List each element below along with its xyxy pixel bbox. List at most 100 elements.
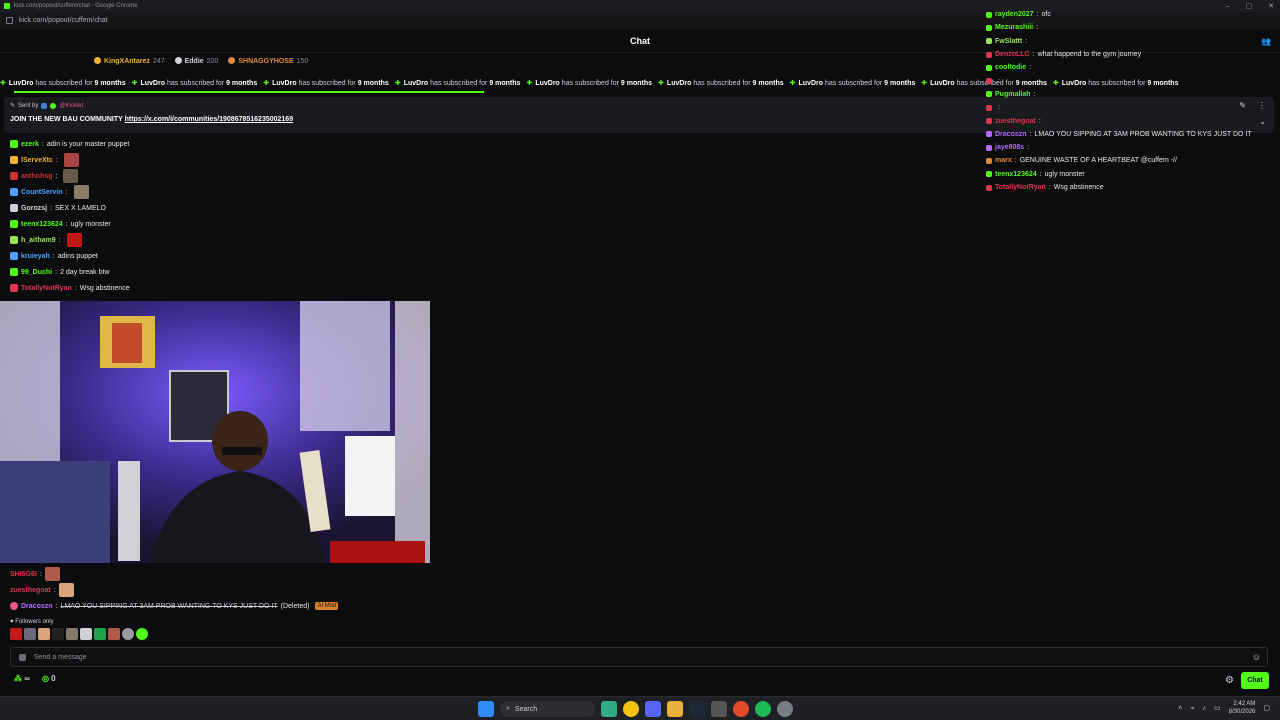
subscribe-icon: ✚ <box>263 79 270 87</box>
settings-icon[interactable] <box>777 701 793 717</box>
colon: : <box>58 236 61 244</box>
overlay-chat-message: : <box>986 74 1276 87</box>
chat-username[interactable]: marx <box>995 157 1012 164</box>
pinned-link[interactable]: https://x.com/i/communities/190867851623… <box>125 116 293 123</box>
site-info-icon[interactable] <box>6 17 13 24</box>
leaderboard-entry[interactable]: SHNAGGYHOSE 150 <box>228 57 308 65</box>
chrome-icon[interactable] <box>623 701 639 717</box>
emote[interactable] <box>136 628 148 640</box>
ticker-item: ✚ LuvDro has subscribed for 9 months <box>526 79 652 87</box>
chrome-icon[interactable] <box>733 701 749 717</box>
colon: : <box>50 204 53 212</box>
folder-icon[interactable] <box>667 701 683 717</box>
chat-username[interactable]: jaye808s <box>995 144 1024 151</box>
start-icon[interactable] <box>478 701 494 717</box>
chat-message: teenx123624: ugly monster <box>10 216 910 232</box>
emote[interactable] <box>24 628 36 640</box>
chat-username[interactable]: Mezurashiii <box>995 24 1033 31</box>
app-icon[interactable] <box>601 701 617 717</box>
chat-input-placeholder[interactable]: Send a message <box>34 654 87 661</box>
chat-username[interactable]: Pugmallah <box>995 91 1030 98</box>
chat-username[interactable]: lServeXtc <box>21 157 53 164</box>
chat-text: ofc <box>1041 11 1051 19</box>
chat-username[interactable]: kruieyah <box>21 253 50 260</box>
chat-username[interactable]: TotallyNotRyan <box>995 184 1046 191</box>
chat-username[interactable]: zuesthegoat <box>10 587 51 594</box>
coin-icon <box>94 57 101 64</box>
badge-icon <box>986 104 992 111</box>
ticker-user: LuvDro <box>272 79 297 87</box>
spotify-icon[interactable] <box>755 701 771 717</box>
chat-username[interactable]: DenzoLLC <box>995 51 1030 58</box>
gear-icon[interactable]: ⚙ <box>1225 675 1234 686</box>
emote[interactable] <box>52 628 64 640</box>
chat-username[interactable]: ezerk <box>21 141 39 148</box>
emote[interactable] <box>66 628 78 640</box>
chat-username[interactable]: zuesthegoat <box>995 118 1036 125</box>
chat-username[interactable]: FwSlattt <box>995 38 1022 45</box>
ticker-text: has subscribed for <box>693 79 751 87</box>
colon: : <box>1048 184 1051 191</box>
chat-username[interactable]: Gorozsj <box>21 205 47 212</box>
volume-icon[interactable]: ♪ <box>1203 705 1207 712</box>
network-icon[interactable]: ⌁ <box>1190 704 1194 712</box>
chat-username[interactable]: SHI6G6I <box>10 571 37 578</box>
emote[interactable] <box>38 628 50 640</box>
deleted-label: (Deleted) <box>280 602 310 610</box>
chat-username[interactable]: anthohsg <box>21 173 53 180</box>
leaderboard-entry[interactable]: KingXAntarez 247 <box>94 57 165 65</box>
emote <box>63 153 79 167</box>
clock-time: 2:42 AM <box>1233 701 1256 707</box>
emote[interactable] <box>122 628 134 640</box>
chat-text: SEX X LAMELO <box>55 204 106 212</box>
overlay-chat-message: jaye808s: <box>986 141 1276 154</box>
chat-text: ugly monster <box>70 220 111 228</box>
chat-username[interactable]: teenx123624 <box>995 171 1037 178</box>
chat-send-button[interactable]: Chat <box>1241 672 1269 689</box>
ticker-months: 9 months <box>884 79 916 87</box>
colon: : <box>52 252 55 260</box>
chat-text: Wsg abstinence <box>1053 184 1104 191</box>
badge-icon <box>986 78 992 85</box>
chat-username[interactable]: TotallyNotRyan <box>21 285 72 292</box>
colon: : <box>55 172 58 180</box>
chat-username[interactable]: rayden2027 <box>995 11 1034 18</box>
kicks-balance[interactable]: ◎ 0 <box>42 674 56 683</box>
badge-icon <box>10 252 18 260</box>
chevron-up-icon[interactable]: ˄ <box>1178 705 1182 712</box>
steam-icon[interactable] <box>689 701 705 717</box>
overlay-chat-message: : <box>986 101 1276 114</box>
badge-icon <box>986 11 992 18</box>
overlay-chat: rayden2027: ofc Mezurashiii: FwSlattt: Denzo… <box>986 0 1276 194</box>
ticker-text: has subscribed for <box>824 79 883 87</box>
url-text[interactable]: kick.com/popout/cuffem/chat <box>19 17 108 24</box>
badge-icon <box>986 91 992 98</box>
emote[interactable] <box>80 628 92 640</box>
leaderboard-name: Eddie <box>184 58 204 65</box>
emote[interactable] <box>108 628 120 640</box>
clock-date: 8/30/2026 <box>1228 709 1256 715</box>
chat-username[interactable]: Dracoszn <box>995 131 1027 138</box>
discord-icon[interactable] <box>645 701 661 717</box>
chat-username[interactable]: 99_Duchi <box>21 269 52 276</box>
chat-username[interactable]: h_aitham9 <box>21 237 56 244</box>
emote[interactable] <box>10 628 22 640</box>
channel-points[interactable]: ⁂ ∞ <box>14 674 30 683</box>
chat-username[interactable]: Dracoszn <box>21 603 53 610</box>
chat-input[interactable]: Send a message ☺ <box>10 647 1268 667</box>
taskbar-search[interactable]: ⌕ Search <box>500 701 595 717</box>
chat-username[interactable]: teenx123624 <box>21 221 63 228</box>
pinned-sender[interactable]: @Kickiet <box>59 103 83 109</box>
clock[interactable]: 2:42 AM 8/30/2026 <box>1229 700 1256 716</box>
badge-icon <box>986 184 992 191</box>
ticker-months: 9 months <box>357 79 389 87</box>
chat-username[interactable]: cooltodie <box>995 64 1026 71</box>
emoji-picker-icon[interactable]: ☺ <box>1252 652 1261 662</box>
chat-username[interactable]: CountServin <box>21 189 63 196</box>
battery-icon[interactable]: ▭ <box>1214 704 1221 712</box>
notifications-icon[interactable]: ▢ <box>1263 704 1270 712</box>
app-icon[interactable] <box>711 701 727 717</box>
leaderboard-entry[interactable]: Eddie 200 <box>174 57 218 65</box>
subscribe-icon: ✚ <box>921 79 928 87</box>
emote[interactable] <box>94 628 106 640</box>
